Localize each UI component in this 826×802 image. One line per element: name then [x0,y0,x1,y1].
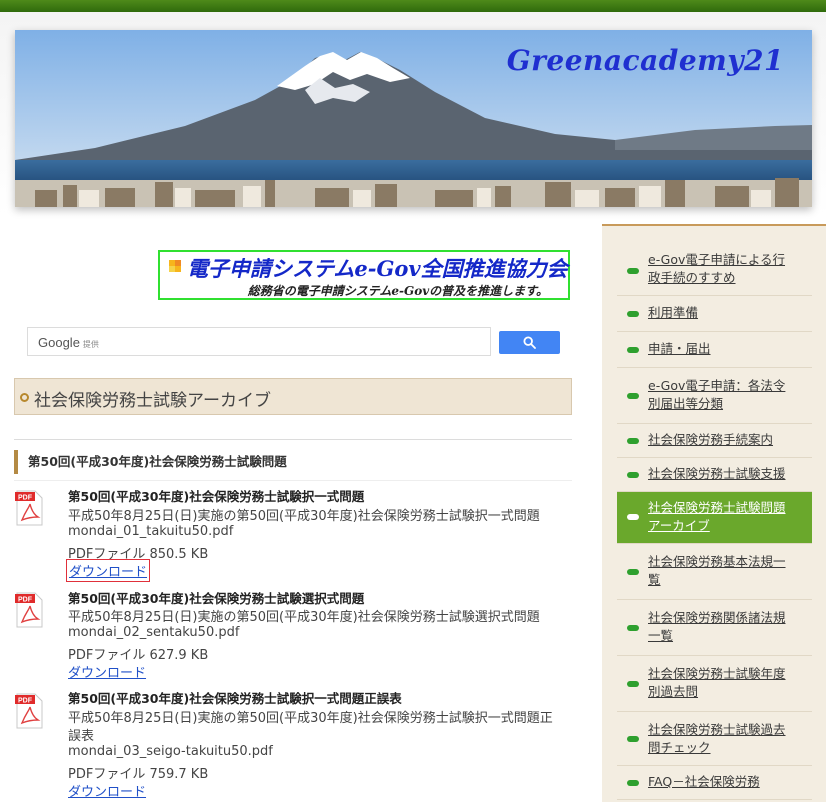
search-input[interactable] [138,331,482,353]
sidebar-item-label: FAQ－社会保険労務 [648,774,760,789]
search-brand-suffix: 提供 [82,340,99,349]
pdf-badge-label: PDF [18,698,33,705]
promo-title: 電子申請システムe-Gov全国推進協力会 [187,256,568,281]
sidebar-bullet-icon [627,347,639,353]
sidebar-bullet-icon [627,393,639,399]
divider [14,439,572,440]
sidebar-bullet-icon [627,681,639,687]
sidebar-bullet-icon [627,625,639,631]
sidebar-item-basic-laws[interactable]: 社会保険労務基本法規一覧 [617,544,812,600]
item-description: 平成50年8月25日(日)実施の第50回(平成30年度)社会保険労務士試験択一式… [68,711,553,726]
item-title: 第50回(平成30年度)社会保険労務士試験選択式問題 [68,591,365,606]
sidebar-item-label: 申請・届出 [648,341,711,356]
sidebar-item-label: 社会保険労務士試験問題 アーカイブ [648,500,786,533]
sidebar-item-label: 社会保険労務基本法規一覧 [648,554,786,587]
sidebar-item-preparation[interactable]: 利用準備 [617,296,812,332]
sidebar-item-related-laws[interactable]: 社会保険労務関係諸法規 一覧 [617,600,812,656]
sidebar-item-procedures[interactable]: 社会保険労務手続案内 [617,424,812,458]
sidebar-bullet-icon [627,736,639,742]
sidebar-bullet-icon [627,569,639,575]
section-title: 第50回(平成30年度)社会保険労務士試験問題 [14,450,572,474]
item-title: 第50回(平成30年度)社会保険労務士試験択一式問題正誤表 [68,691,402,706]
item-description-cont: 誤表 [68,729,95,744]
promo-banner[interactable]: 電子申請システムe-Gov全国推進協力会 総務省の電子申請システムe-Govの普… [158,250,570,300]
item-filename: mondai_03_seigo-takuitu50.pdf [68,744,273,759]
item-title: 第50回(平成30年度)社会保険労務士試験択一式問題 [68,489,365,504]
divider [14,480,572,481]
sidebar-item-label: 社会保険労務士試験年度 別過去問 [648,666,786,699]
download-link[interactable]: ダウンロード [68,781,146,800]
item-filesize: PDFファイル 850.5 KB [68,547,209,562]
archive-heading-box: 社会保険労務士試験アーカイブ [14,378,572,415]
archive-ring-icon [20,393,29,402]
sidebar-bullet-icon [627,472,639,478]
sidebar-item-label: e-Gov電子申請：各法令 別届出等分類 [648,378,786,411]
item-description: 平成50年8月25日(日)実施の第50回(平成30年度)社会保険労務士試験択一式… [68,509,540,524]
pdf-badge-label: PDF [18,597,33,604]
search-button[interactable] [499,331,560,354]
top-bar [0,0,826,12]
sidebar-item-past-by-year[interactable]: 社会保険労務士試験年度 別過去問 [617,656,812,712]
sidebar-item-law-classification[interactable]: e-Gov電子申請：各法令 別届出等分類 [617,368,812,424]
search-brand: Google 提供 [38,335,99,350]
sidebar-item-label: 社会保険労務士試験支援 [648,466,786,481]
sidebar-item-exam-archive[interactable]: 社会保険労務士試験問題 アーカイブ [617,492,812,544]
sidebar-bullet-icon [627,514,639,520]
item-filesize: PDFファイル 759.7 KB [68,767,209,782]
search-icon [523,336,536,349]
item-filename: mondai_01_takuitu50.pdf [68,524,234,539]
item-filename: mondai_02_sentaku50.pdf [68,625,240,640]
download-link[interactable]: ダウンロード [65,559,151,582]
sidebar-bullet-icon [627,780,639,786]
sidebar-item-exam-support[interactable]: 社会保険労務士試験支援 [617,458,812,492]
pdf-file-icon[interactable]: PDF [15,490,43,526]
pdf-file-icon[interactable]: PDF [15,592,43,628]
promo-logo-icon [169,260,181,272]
sidebar-bullet-icon [627,268,639,274]
sidebar-item-label: 社会保険労務手続案内 [648,432,774,447]
sidebar-item-past-check[interactable]: 社会保険労務士試験過去 問チェック [617,712,812,766]
sidebar-item-label: 社会保険労務関係諸法規 一覧 [648,610,786,643]
pdf-badge-label: PDF [18,495,33,502]
item-filesize: PDFファイル 627.9 KB [68,648,209,663]
sidebar: e-Gov電子申請による行 政手続のすすめ 利用準備 申請・届出 e-Gov電子申… [602,224,826,802]
sidebar-bullet-icon [627,438,639,444]
site-title[interactable]: Greenacademy21 [507,44,784,77]
google-logo: Google [38,335,80,350]
sidebar-bullet-icon [627,311,639,317]
sidebar-item-label: 利用準備 [648,305,699,320]
download-link[interactable]: ダウンロード [68,662,146,681]
sidebar-item-egov-guide[interactable]: e-Gov電子申請による行 政手続のすすめ [617,244,812,296]
sidebar-item-application[interactable]: 申請・届出 [617,332,812,368]
archive-title: 社会保険労務士試験アーカイブ [34,391,271,411]
pdf-file-icon[interactable]: PDF [15,693,43,729]
item-description: 平成50年8月25日(日)実施の第50回(平成30年度)社会保険労務士試験選択式… [68,610,540,625]
sidebar-item-label: e-Gov電子申請による行 政手続のすすめ [648,252,786,285]
search-box: Google 提供 [27,327,491,356]
sidebar-item-label: 社会保険労務士試験過去 問チェック [648,722,786,755]
header-banner: Greenacademy21 [15,30,812,207]
promo-subtitle: 総務省の電子申請システムe-Govの普及を推進します。 [247,284,548,298]
sidebar-item-faq[interactable]: FAQ－社会保険労務 [617,766,812,800]
